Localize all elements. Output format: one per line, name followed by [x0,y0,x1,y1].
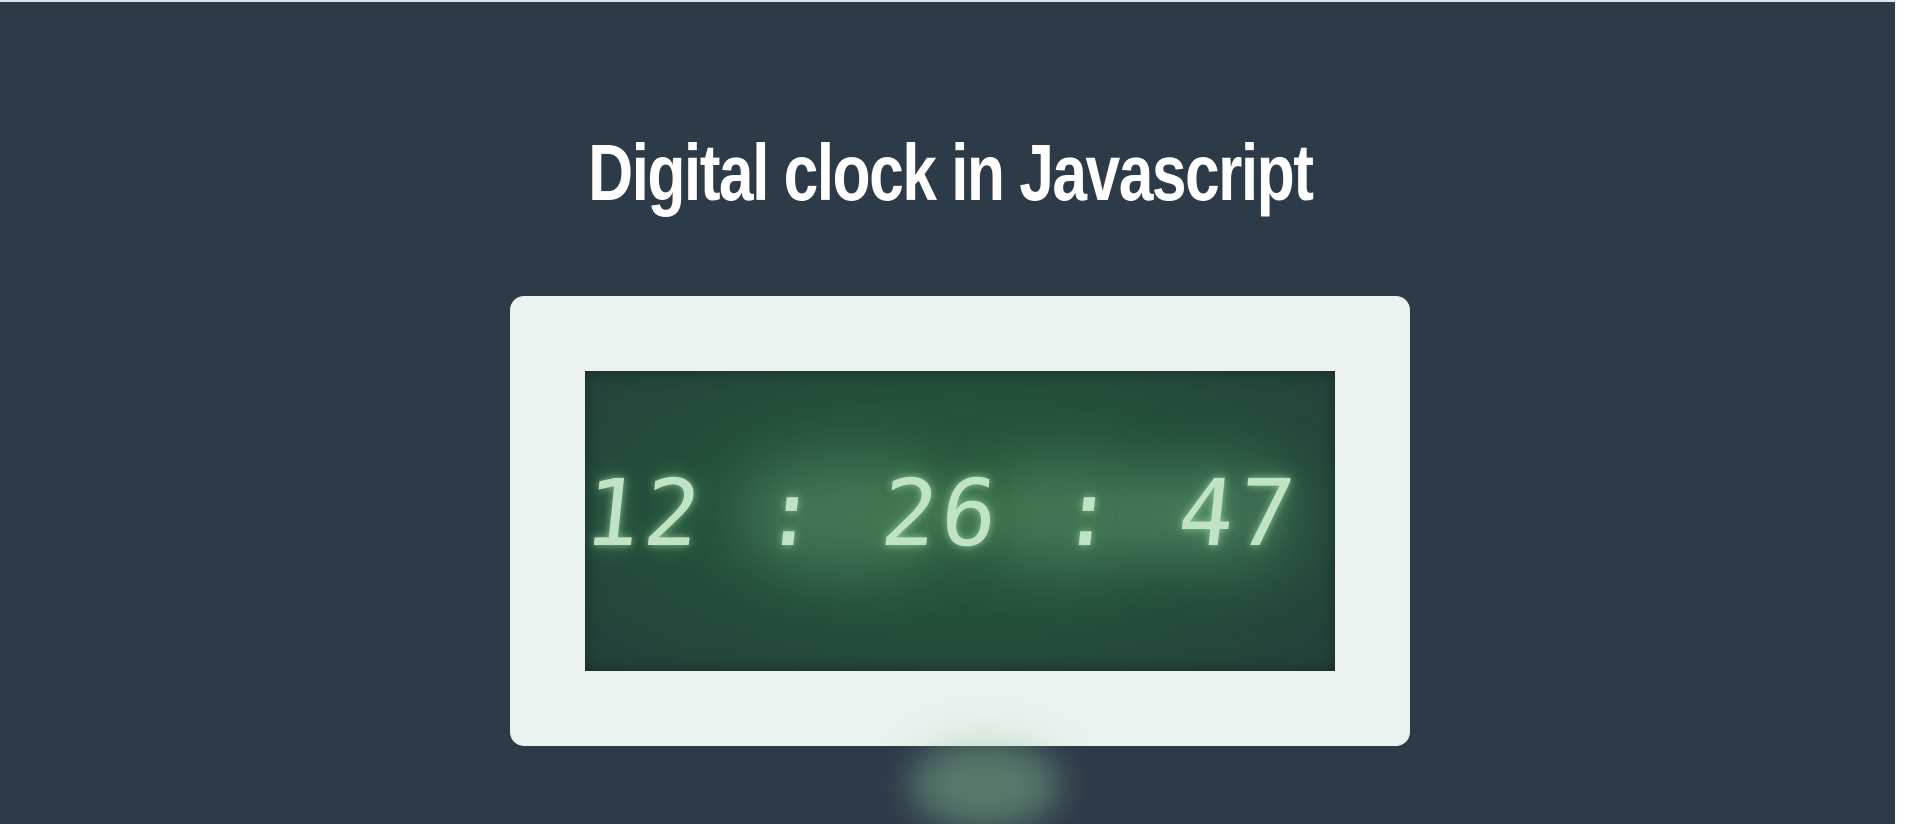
page-title: Digital clock in Javascript [588,128,1314,217]
clock-frame: 12 : 26 : 47 AM [510,296,1410,746]
scrollbar-track[interactable] [1895,0,1913,824]
clock-time-readout: 12 : 26 : 47 AM [585,460,1335,567]
clock-display: 12 : 26 : 47 AM [585,371,1335,671]
top-border-line [0,0,1895,2]
reflection-glow [910,740,1060,824]
